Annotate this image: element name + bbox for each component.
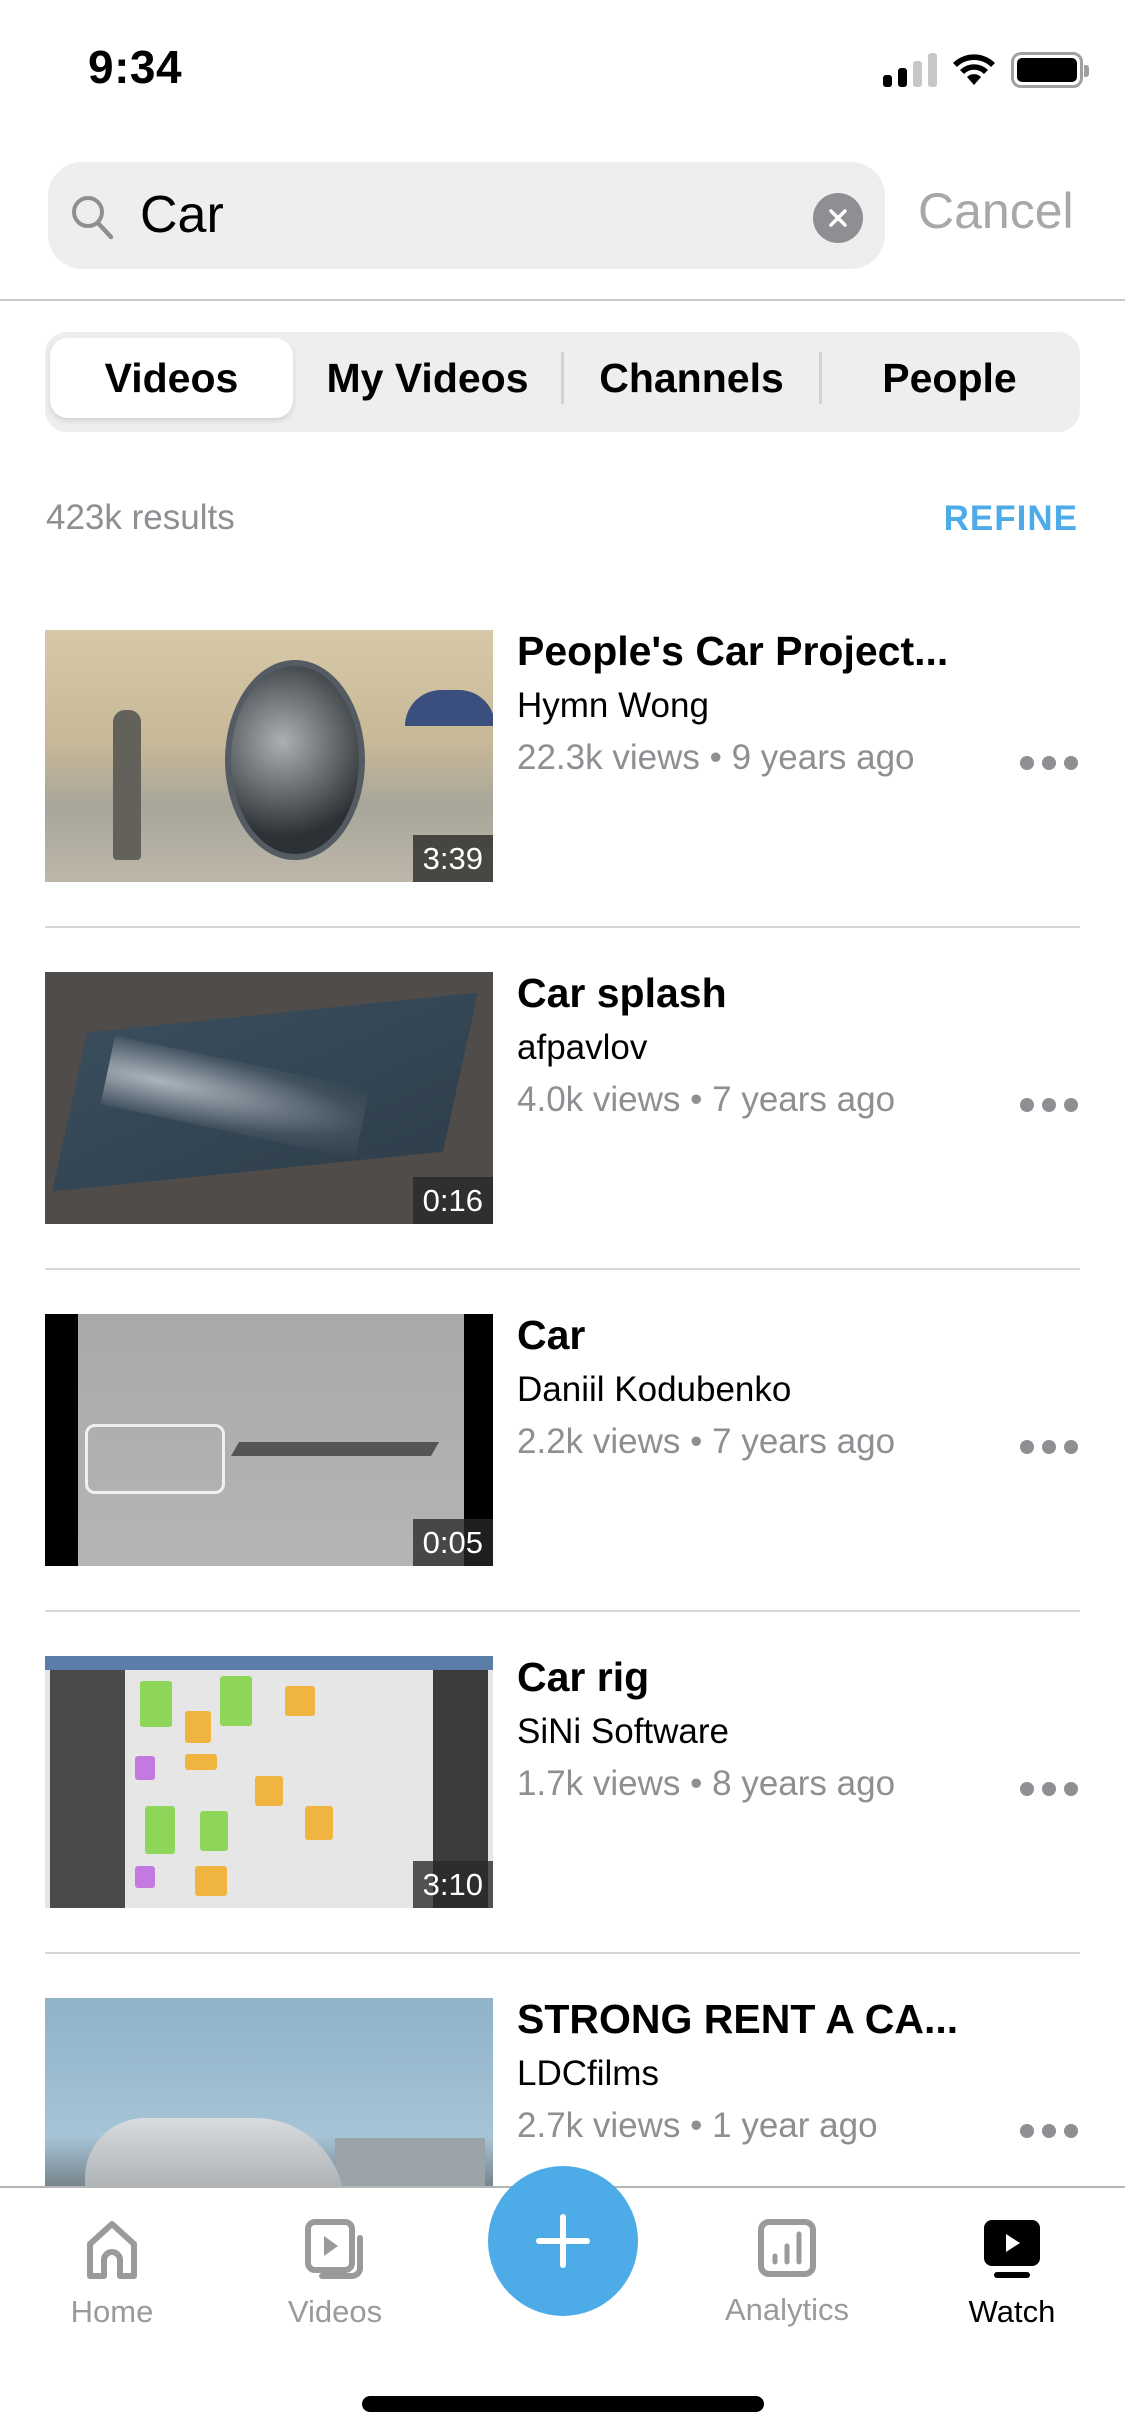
home-indicator[interactable] <box>362 2396 764 2412</box>
video-views: 1.7k views <box>517 1764 681 1803</box>
meta-separator: • <box>690 1080 703 1119</box>
tab-videos[interactable]: Videos <box>250 2218 420 2330</box>
refine-button[interactable]: REFINE <box>944 499 1078 539</box>
video-list-item[interactable]: 3:39 People's Car Project... Hymn Wong 2… <box>0 628 1125 972</box>
wifi-icon <box>953 54 995 85</box>
video-meta: 1.7k views • 8 years ago <box>517 1764 895 1804</box>
more-icon <box>1020 1440 1034 1454</box>
more-options-button[interactable] <box>1020 1098 1078 1112</box>
tab-home[interactable]: Home <box>27 2218 197 2330</box>
video-title: Car splash <box>517 970 727 1016</box>
duration-badge: 3:39 <box>412 835 493 882</box>
meta-separator: • <box>690 1422 703 1461</box>
video-age: 7 years ago <box>712 1080 896 1119</box>
video-channel: Hymn Wong <box>517 686 709 725</box>
duration-badge: 0:05 <box>412 1519 493 1566</box>
video-thumbnail[interactable]: 0:16 <box>45 972 493 1224</box>
video-channel: Daniil Kodubenko <box>517 1370 792 1409</box>
battery-icon <box>1011 52 1089 88</box>
video-views: 2.7k views <box>517 2106 681 2145</box>
row-divider <box>45 1610 1080 1612</box>
more-options-button[interactable] <box>1020 2124 1078 2138</box>
videos-icon <box>305 2219 363 2279</box>
video-title: Car <box>517 1312 586 1358</box>
search-bar[interactable] <box>48 162 885 269</box>
video-views: 22.3k views <box>517 738 700 777</box>
tab-analytics[interactable]: Analytics <box>702 2218 872 2328</box>
segment-videos[interactable]: Videos <box>50 338 293 418</box>
search-scope-segmented-control: Videos My Videos Channels People <box>45 332 1080 432</box>
video-meta: 2.2k views • 7 years ago <box>517 1422 895 1462</box>
status-icons <box>883 50 1089 90</box>
video-views: 2.2k views <box>517 1422 681 1461</box>
segment-people[interactable]: People <box>822 338 1077 418</box>
clear-search-button[interactable] <box>813 193 863 243</box>
duration-badge: 3:10 <box>412 1861 493 1908</box>
row-divider <box>45 1268 1080 1270</box>
create-button[interactable] <box>488 2166 638 2316</box>
video-thumbnail[interactable]: 3:39 <box>45 630 493 882</box>
tab-label: Analytics <box>724 2292 850 2327</box>
tab-label: Videos <box>287 2294 383 2329</box>
plus-icon <box>536 2214 590 2268</box>
cellular-signal-icon <box>883 53 937 87</box>
video-meta: 2.7k views • 1 year ago <box>517 2106 878 2146</box>
analytics-icon <box>758 2219 816 2277</box>
header-divider <box>0 299 1125 301</box>
watch-icon <box>984 2220 1040 2278</box>
segment-my-videos[interactable]: My Videos <box>295 338 560 418</box>
more-icon <box>1020 2124 1034 2138</box>
video-title: People's Car Project... <box>517 628 949 674</box>
video-list-item[interactable]: 0:05 Car Daniil Kodubenko 2.2k views • 7… <box>0 1312 1125 1656</box>
video-channel: afpavlov <box>517 1028 648 1067</box>
segment-channels[interactable]: Channels <box>564 338 819 418</box>
search-input[interactable] <box>140 180 830 250</box>
video-meta: 22.3k views • 9 years ago <box>517 738 915 778</box>
video-age: 7 years ago <box>712 1422 896 1461</box>
more-icon <box>1020 1782 1034 1796</box>
duration-badge: 0:16 <box>412 1177 493 1224</box>
video-views: 4.0k views <box>517 1080 681 1119</box>
more-icon <box>1020 756 1034 770</box>
meta-separator: • <box>709 738 722 777</box>
results-count: 423k results <box>46 498 235 537</box>
video-thumbnail[interactable]: 3:10 <box>45 1656 493 1908</box>
status-time: 9:34 <box>88 41 183 93</box>
video-age: 9 years ago <box>731 738 915 777</box>
video-title: Car rig <box>517 1654 650 1700</box>
more-options-button[interactable] <box>1020 756 1078 770</box>
row-divider <box>45 926 1080 928</box>
more-options-button[interactable] <box>1020 1782 1078 1796</box>
tab-label: Home <box>70 2294 154 2329</box>
more-options-button[interactable] <box>1020 1440 1078 1454</box>
video-meta: 4.0k views • 7 years ago <box>517 1080 895 1120</box>
video-list-item[interactable]: 3:10 Car rig SiNi Software 1.7k views • … <box>0 1654 1125 1998</box>
video-thumbnail[interactable]: 0:05 <box>45 1314 493 1566</box>
video-list-item[interactable]: 0:16 Car splash afpavlov 4.0k views • 7 … <box>0 970 1125 1314</box>
search-icon <box>72 196 114 240</box>
video-channel: LDCfilms <box>517 2054 659 2093</box>
more-icon <box>1020 1098 1034 1112</box>
video-age: 1 year ago <box>712 2106 878 2145</box>
meta-separator: • <box>690 2106 703 2145</box>
video-channel: SiNi Software <box>517 1712 730 1751</box>
video-title: STRONG RENT A CA... <box>517 1996 959 2042</box>
tab-label: Watch <box>968 2294 1056 2329</box>
row-divider <box>45 1952 1080 1954</box>
cancel-button[interactable]: Cancel <box>918 182 1074 240</box>
home-icon <box>87 2221 137 2279</box>
meta-separator: • <box>690 1764 703 1803</box>
video-age: 8 years ago <box>712 1764 896 1803</box>
tab-watch[interactable]: Watch <box>927 2218 1097 2330</box>
clear-icon <box>829 209 847 227</box>
